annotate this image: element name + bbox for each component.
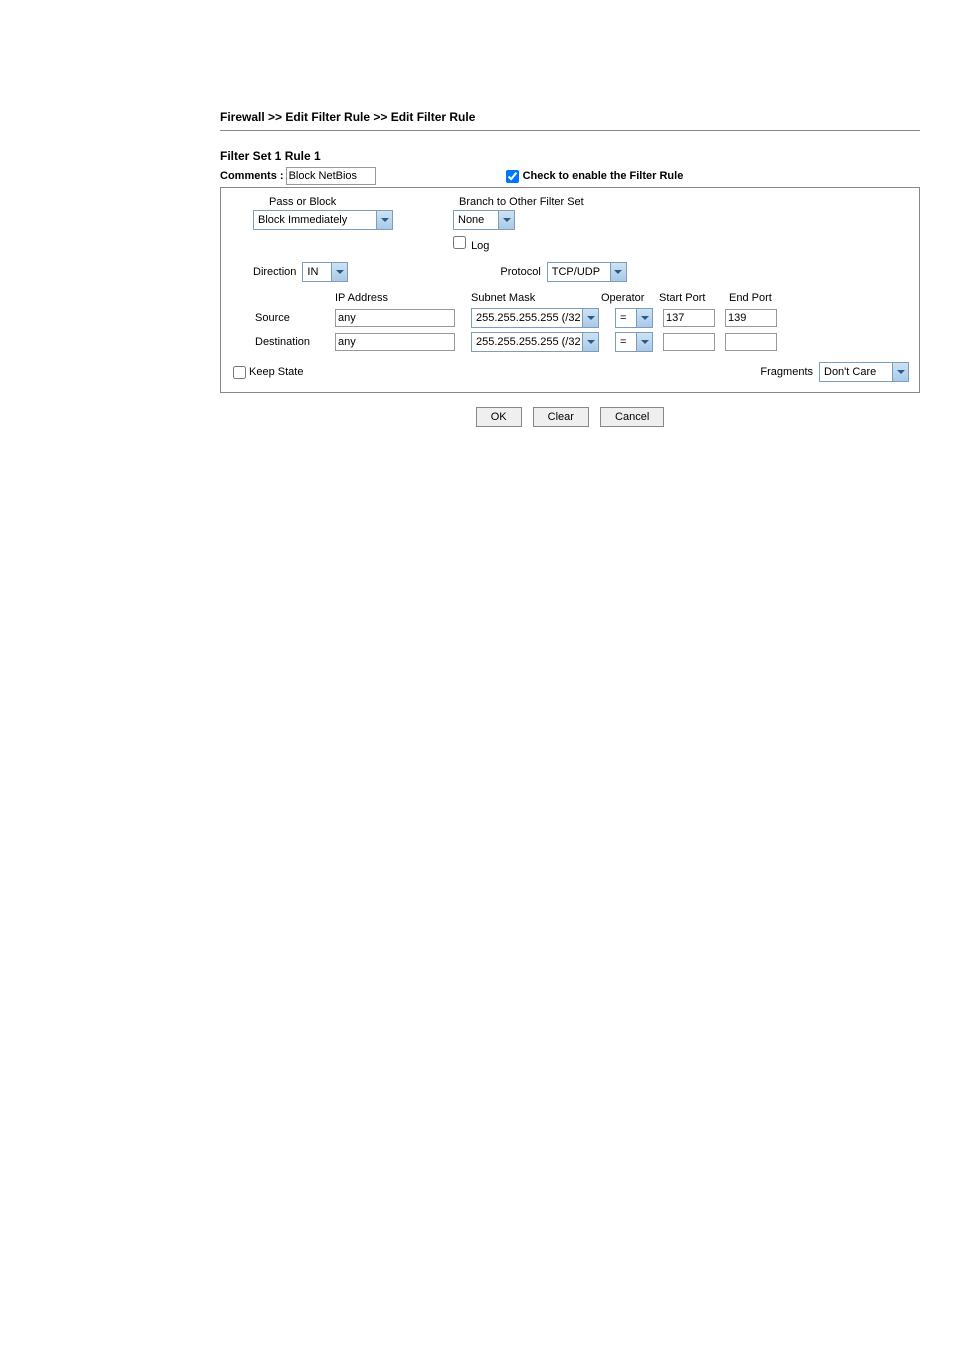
source-row: Source 255.255.255.255 (/32) = xyxy=(253,308,909,328)
destination-endport-input[interactable] xyxy=(725,333,777,351)
log-label: Log xyxy=(471,240,489,252)
comments-input[interactable] xyxy=(286,167,376,185)
passblock-label: Pass or Block xyxy=(253,196,453,208)
source-op-select[interactable]: = xyxy=(615,308,653,328)
header-mask: Subnet Mask xyxy=(471,292,601,304)
fragments-label: Fragments xyxy=(760,366,813,378)
header-end: End Port xyxy=(729,292,789,304)
destination-row: Destination 255.255.255.255 (/32) = xyxy=(253,332,909,352)
source-mask-select[interactable]: 255.255.255.255 (/32) xyxy=(471,308,599,328)
header-start: Start Port xyxy=(659,292,729,304)
destination-label: Destination xyxy=(253,336,335,348)
passblock-select[interactable]: Block Immediately xyxy=(253,210,393,230)
header-ip: IP Address xyxy=(335,292,471,304)
header-op: Operator xyxy=(601,292,659,304)
ok-button[interactable]: OK xyxy=(476,407,522,427)
source-ip-input[interactable] xyxy=(335,309,455,327)
source-endport-input[interactable] xyxy=(725,309,777,327)
cancel-button[interactable]: Cancel xyxy=(600,407,664,427)
direction-label: Direction xyxy=(253,266,296,278)
fragments-select[interactable]: Don't Care xyxy=(819,362,909,382)
clear-button[interactable]: Clear xyxy=(533,407,589,427)
rule-panel: Pass or Block Block Immediately Branch t… xyxy=(220,187,920,393)
source-label: Source xyxy=(253,312,335,324)
protocol-select[interactable]: TCP/UDP xyxy=(547,262,627,282)
branch-label: Branch to Other Filter Set xyxy=(453,196,584,208)
breadcrumb: Firewall >> Edit Filter Rule >> Edit Fil… xyxy=(220,110,920,131)
destination-mask-select[interactable]: 255.255.255.255 (/32) xyxy=(471,332,599,352)
keepstate-checkbox[interactable] xyxy=(233,366,246,379)
rule-title: Filter Set 1 Rule 1 xyxy=(220,149,920,163)
branch-select[interactable]: None xyxy=(453,210,515,230)
log-checkbox[interactable] xyxy=(453,236,466,249)
destination-ip-input[interactable] xyxy=(335,333,455,351)
destination-op-select[interactable]: = xyxy=(615,332,653,352)
source-startport-input[interactable] xyxy=(663,309,715,327)
destination-startport-input[interactable] xyxy=(663,333,715,351)
direction-select[interactable]: IN xyxy=(302,262,348,282)
comments-label: Comments : xyxy=(220,170,284,182)
enable-label: Check to enable the Filter Rule xyxy=(523,170,684,182)
keepstate-label: Keep State xyxy=(249,366,303,378)
enable-checkbox[interactable] xyxy=(506,170,519,183)
protocol-label: Protocol xyxy=(500,266,540,278)
